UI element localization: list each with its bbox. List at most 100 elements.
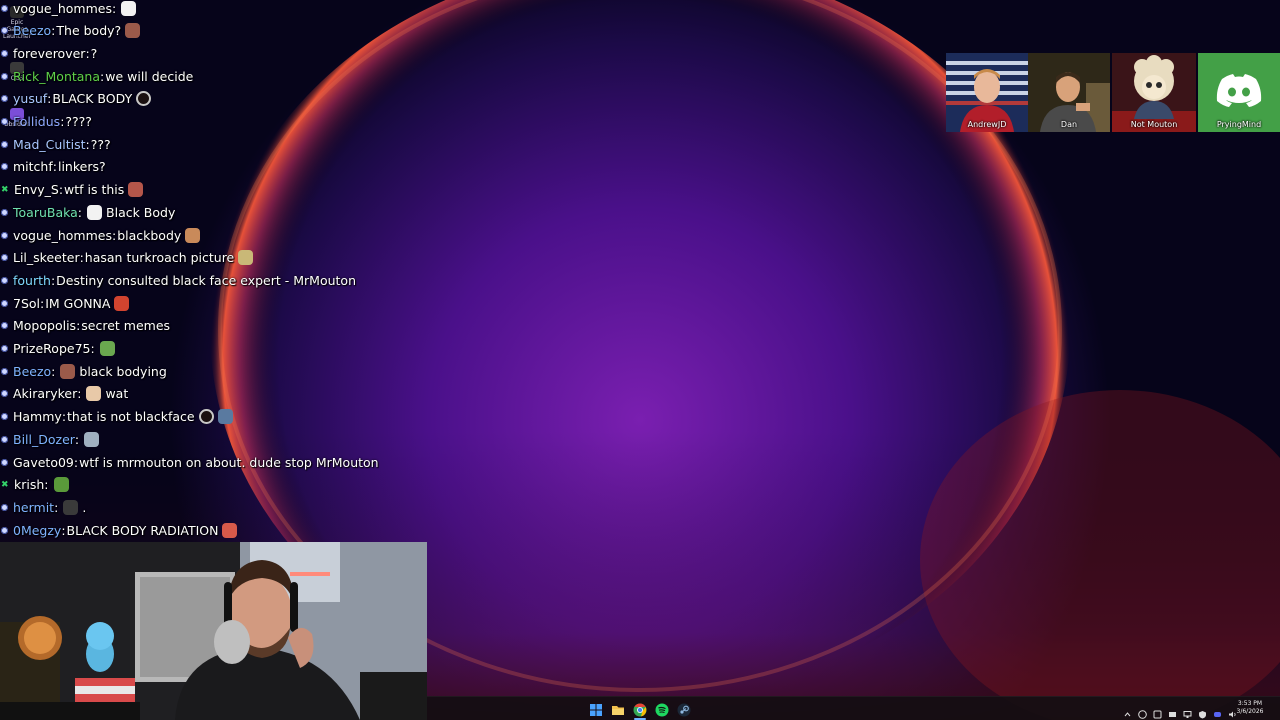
chat-message: Beezo: black bodying (0, 360, 167, 382)
chat-separator: : (58, 182, 64, 198)
chat-username[interactable]: hermit (13, 500, 54, 515)
chat-username[interactable]: Envy_S (14, 182, 59, 197)
chat-username[interactable]: ToaruBaka (13, 205, 78, 220)
chat-username[interactable]: Mopopolis (13, 318, 76, 333)
chat-username[interactable]: Rick_Montana (13, 69, 100, 84)
chat-message: foreverover:? (0, 42, 97, 64)
clock-date: 3/6/2026 (1236, 708, 1264, 715)
user-badge-icon (1, 413, 8, 421)
chat-text: that is not blackface (67, 409, 195, 425)
clock-time: 3:53 PM (1237, 700, 1263, 707)
chat-username[interactable]: mitchf (13, 159, 53, 174)
chat-username[interactable]: Akiraryker (13, 386, 77, 401)
chat-text: ? (90, 45, 98, 61)
chat-message: vogue_hommes: (0, 0, 137, 19)
chat-username[interactable]: PrizeRope75 (13, 341, 90, 356)
chat-text: wat (105, 386, 129, 402)
chat-separator: : (111, 0, 117, 16)
webcam-image (0, 542, 427, 720)
chat-emote-icon (84, 431, 100, 447)
chat-separator: : (44, 477, 49, 493)
chat-username[interactable]: Bill_Dozer (13, 432, 75, 447)
taskbar-start-button[interactable] (589, 702, 603, 716)
user-badge-icon (1, 367, 8, 375)
chat-username[interactable]: Gaveto09 (13, 455, 74, 470)
user-badge-icon (1, 95, 8, 103)
tray-monitor-icon[interactable] (1183, 704, 1192, 718)
chat-separator: : (54, 499, 59, 515)
taskbar-file-explorer[interactable] (611, 702, 625, 716)
chat-separator: : (90, 341, 95, 356)
user-badge-icon (1, 390, 8, 398)
tray-discord-icon[interactable] (1213, 704, 1222, 717)
tray-steam-icon[interactable] (1138, 704, 1147, 719)
chat-text: ??? (90, 136, 111, 152)
chat-username[interactable]: fourth (13, 273, 51, 288)
chat-separator: : (77, 386, 82, 402)
taskbar-spotify[interactable] (655, 702, 669, 717)
chat-username[interactable]: vogue_hommes (13, 228, 112, 243)
taskbar-steam[interactable] (677, 702, 691, 717)
chat-emote-icon (185, 227, 201, 243)
user-badge-icon (1, 140, 8, 148)
chat-emote-icon (198, 409, 214, 425)
tray-camera-icon[interactable] (1168, 704, 1177, 717)
chat-username[interactable]: 0Megzy (13, 523, 61, 538)
file-explorer-icon (612, 706, 624, 715)
chat-username[interactable]: Mad_Cultist (13, 137, 86, 152)
user-badge-icon (1, 49, 8, 57)
chat-separator: : (76, 318, 81, 334)
chat-username[interactable]: Beezo (13, 23, 51, 38)
chat-emote-icon (114, 295, 130, 311)
chat-text: secret memes (81, 318, 171, 334)
chat-username[interactable]: 7Sol (13, 296, 40, 311)
user-badge-icon (1, 276, 8, 284)
chat-message: ✖ Envy_S: wtf is this (0, 179, 144, 201)
chat-username[interactable]: krish (14, 477, 44, 492)
chat-message: fourth: Destiny consulted black face expe… (0, 269, 356, 291)
chat-username[interactable]: Follidus (13, 114, 60, 129)
desktop: Epic Games Launcher OBS Obsidian vogue_h… (0, 0, 1280, 720)
chat-separator: : (77, 204, 83, 220)
voice-participant-tile: Dan (1028, 53, 1110, 132)
chat-message: Bill_Dozer: (0, 428, 100, 450)
user-badge-icon (1, 231, 8, 239)
chat-emote-icon (60, 363, 76, 379)
chat-username[interactable]: Lil_skeeter (13, 250, 80, 265)
tray-overflow-chevron-icon[interactable] (1123, 704, 1132, 717)
chat-username[interactable]: yusuf (13, 91, 47, 106)
chat-message: PrizeRope75: (0, 338, 115, 360)
chat-text: black bodying (79, 363, 167, 379)
taskbar-clock[interactable]: 3:53 PM 3/6/2026 (1230, 700, 1270, 716)
tray-shield-icon[interactable] (1198, 704, 1207, 719)
chat-message: vogue_hommes: blackbody (0, 224, 201, 246)
chat-message: mitchf: linkers? (0, 156, 106, 178)
chat-text: BLACK BODY RADIATION (66, 522, 219, 538)
chat-message: Rick_Montana: we will decide (0, 65, 193, 87)
webcam-feed (0, 542, 427, 720)
tray-app-icon[interactable] (1153, 704, 1162, 719)
chat-emote-icon (86, 386, 102, 402)
user-badge-icon (1, 72, 8, 80)
chat-emote-icon (217, 409, 233, 425)
chat-emote-icon (136, 91, 152, 107)
chat-separator: : (47, 91, 52, 107)
chat-username[interactable]: Beezo (13, 364, 51, 379)
chat-separator: : (60, 114, 65, 129)
chat-text: IM GONNA (45, 295, 111, 311)
participant-name: Dan (1060, 120, 1078, 129)
chat-message: Hammy: that is not blackface (0, 406, 233, 428)
chat-emote-icon (63, 499, 79, 515)
user-badge-icon (1, 322, 8, 330)
chat-username[interactable]: vogue_hommes (13, 1, 112, 16)
voice-participant-tile: Not Mouton (1112, 53, 1196, 132)
chat-message: 7Sol: IM GONNA (0, 292, 130, 314)
chat-username[interactable]: Hammy (13, 409, 62, 424)
user-badge-icon (1, 435, 8, 443)
taskbar-chrome[interactable] (633, 702, 647, 717)
chat-username[interactable]: foreverover (13, 46, 85, 61)
participant-name: Not Mouton (1130, 120, 1178, 129)
chat-emote-icon (222, 522, 238, 538)
chat-text: ???? (65, 114, 92, 129)
chat-text: . (82, 499, 87, 515)
